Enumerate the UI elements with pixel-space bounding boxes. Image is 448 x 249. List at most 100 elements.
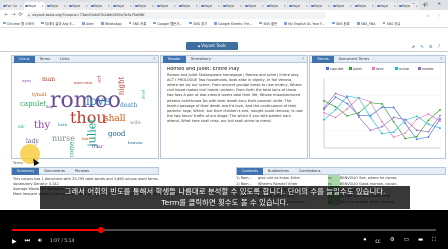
browser-tab[interactable]: Voya × (178, 2, 199, 10)
help-icon[interactable]: ? (440, 57, 442, 61)
browser-tab[interactable]: Voya × (156, 2, 177, 10)
browser-tab[interactable]: Voya × (266, 2, 287, 10)
reload-icon[interactable]: ⟳ (17, 12, 24, 18)
bookmark-item[interactable]: SNS 출판 (259, 21, 277, 26)
browser-tab[interactable]: Voya × (46, 2, 67, 10)
close-tab-icon[interactable]: × (305, 4, 308, 8)
browser-tab[interactable]: Voya × (376, 2, 397, 10)
bookmark-item[interactable]: SNS 경기 (189, 21, 207, 26)
fullscreen-icon[interactable]: ⛶ (432, 237, 436, 245)
browser-tab[interactable]: Voya × (288, 2, 309, 10)
browser-tab[interactable]: Voya × (310, 2, 331, 10)
cloud-word[interactable]: night (117, 77, 125, 96)
tab-termsberry[interactable]: TermsBerry (186, 56, 216, 63)
close-tab-icon[interactable]: × (41, 4, 44, 8)
browser-tab[interactable]: Voya × (134, 2, 155, 10)
bookmark-item[interactable]: My English DL Your F... (284, 22, 325, 26)
browser-tab[interactable]: Voya × (68, 2, 89, 10)
cloud-word[interactable]: come (69, 141, 76, 157)
miniplayer-icon[interactable]: ▭ (404, 237, 409, 245)
volume-icon[interactable]: 🔊︎ (38, 237, 42, 245)
browser-tab[interactable]: Voya × (112, 2, 133, 10)
browser-tab[interactable]: Fw: Co × (2, 2, 23, 10)
cloud-word[interactable]: shall (104, 114, 126, 124)
cloud-word[interactable]: good (108, 130, 125, 138)
bookmark-item[interactable]: Google Sheets: Fre... (214, 22, 252, 26)
tab-trends[interactable]: Trends (312, 55, 334, 63)
bookmark-item[interactable]: Chrome 웹 스토어 (3, 21, 34, 26)
cloud-word[interactable]: thy (34, 120, 50, 131)
close-tab-icon[interactable]: × (195, 4, 198, 8)
close-tab-icon[interactable]: × (63, 4, 66, 8)
autoplay-toggle-icon[interactable]: ⏺ (364, 237, 367, 245)
tab-document-terms[interactable]: Document Terms (334, 56, 374, 63)
tab-contexts[interactable]: Contexts (237, 167, 263, 175)
close-tab-icon[interactable]: × (85, 4, 88, 8)
close-tab-icon[interactable]: × (107, 4, 110, 8)
close-tab-icon[interactable]: × (19, 4, 22, 8)
bookmark-item[interactable]: Alert (81, 22, 94, 26)
window-controls[interactable]: − ▢ ✕ (412, 1, 445, 6)
toolbar-icons[interactable]: ☆ ⋮ (426, 13, 444, 18)
voyant-logo[interactable]: Voyant Tools (186, 42, 238, 50)
close-tab-icon[interactable]: × (283, 4, 286, 8)
close-tab-icon[interactable]: × (173, 4, 176, 8)
cloud-word[interactable]: art (97, 75, 103, 82)
tab-phrases[interactable]: Phrases (70, 168, 94, 175)
tab-correlations[interactable]: Correlations (294, 168, 326, 175)
bookmark-item[interactable]: WhatsApp (100, 22, 122, 26)
tab-cirrus[interactable]: Cirrus (14, 55, 35, 63)
bookmark-item[interactable]: SNS 카톡 (128, 21, 146, 26)
back-icon[interactable]: ← (3, 12, 10, 18)
cloud-word[interactable]: fair (82, 136, 89, 141)
captions-icon[interactable]: ㏄ (375, 237, 381, 245)
play-icon[interactable]: ▶ (12, 238, 17, 245)
close-tab-icon[interactable]: × (261, 4, 264, 8)
close-tab-icon[interactable]: × (393, 4, 396, 8)
browser-tab[interactable]: Voya × (24, 2, 45, 10)
cloud-word[interactable]: tybalt (32, 92, 47, 98)
help-icon[interactable]: ? (153, 57, 155, 61)
bookmark-item[interactable]: 미래의 삶과 Ady E... (41, 21, 75, 26)
cloud-word[interactable]: mercutio (74, 80, 92, 85)
close-tab-icon[interactable]: × (327, 4, 330, 8)
cloud-word[interactable]: capulet (20, 100, 46, 108)
video-progress-bar[interactable] (12, 227, 436, 233)
browser-tab[interactable]: Voya × (200, 2, 221, 10)
browser-tab[interactable]: Voya × (332, 2, 353, 10)
cloud-word[interactable]: hath (58, 122, 67, 127)
bookmark-item[interactable]: SNS 공유 (382, 21, 400, 26)
cloud-word[interactable]: juliet (86, 118, 99, 146)
cloud-word[interactable]: wife (130, 120, 141, 126)
close-tab-icon[interactable]: × (151, 4, 154, 8)
browser-tab[interactable]: Voya × (90, 2, 111, 10)
browser-tab[interactable]: Voya × (222, 2, 243, 10)
cloud-word[interactable]: heaven (128, 140, 143, 145)
settings-icon[interactable]: ⚙ (390, 237, 395, 245)
tab-reader[interactable]: Reader (163, 55, 186, 63)
close-tab-icon[interactable]: × (239, 4, 242, 8)
cloud-word[interactable]: dead (140, 90, 145, 100)
bookmark-item[interactable]: SNS_YBA (356, 22, 376, 26)
tab-terms[interactable]: Terms (35, 56, 56, 63)
close-tab-icon[interactable]: × (371, 4, 374, 8)
bookmark-item[interactable]: SNS 등록 (331, 21, 350, 26)
close-tab-icon[interactable]: × (217, 4, 220, 8)
cloud-word[interactable]: man (42, 76, 55, 83)
url-field[interactable]: 🔒︎ voyant-tools.org/?corpus=73ab51eb57b2… (26, 11, 326, 19)
browser-tab[interactable]: Voya × (354, 2, 375, 10)
video-scrubber-handle[interactable] (98, 227, 105, 233)
help-icon[interactable]: ? (302, 57, 304, 61)
cloud-word[interactable]: sir (18, 124, 25, 130)
theater-icon[interactable]: ▬ (418, 237, 423, 245)
tab-links[interactable]: Links (55, 56, 74, 63)
tab-summary[interactable]: Summary (12, 167, 40, 175)
tab-bubblelines[interactable]: Bubblelines (263, 168, 294, 175)
close-tab-icon[interactable]: × (129, 4, 132, 8)
browser-tab[interactable]: Voya × (244, 2, 265, 10)
cloud-word[interactable]: love (86, 94, 111, 108)
cloud-word[interactable]: friar (92, 144, 103, 150)
tab-documents[interactable]: Documents (39, 168, 70, 175)
trends-chart[interactable]: capulet juliet love nurse romeo (310, 64, 445, 158)
cloud-word[interactable]: day (46, 104, 53, 109)
